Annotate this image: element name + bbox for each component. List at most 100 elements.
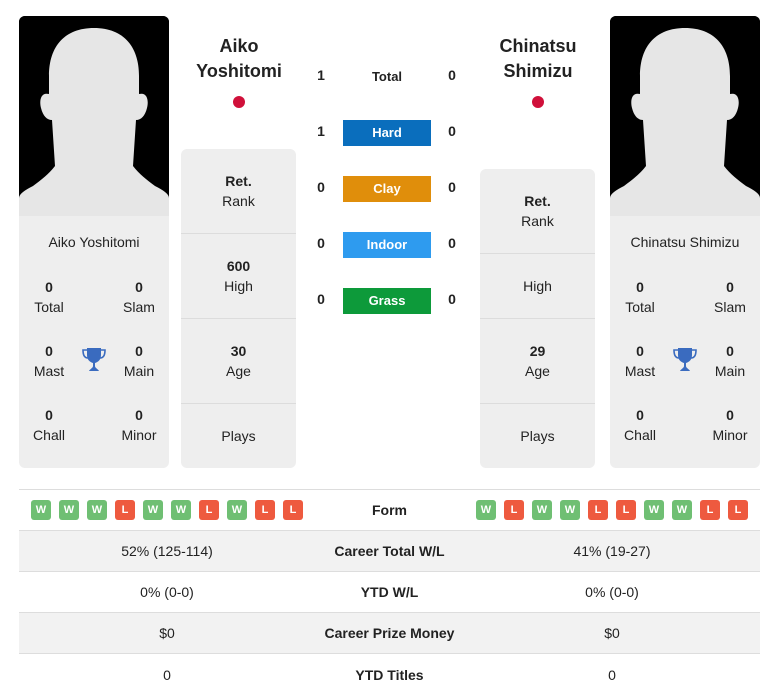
- form-win-badge[interactable]: W: [227, 500, 247, 520]
- form-win-badge[interactable]: W: [644, 500, 664, 520]
- titles-minor-value: 0: [726, 407, 734, 423]
- titles-mast-label: Mast: [624, 363, 656, 379]
- h2h-indoor-left: 0: [317, 235, 325, 251]
- form-loss-badge[interactable]: L: [115, 500, 135, 520]
- stat-plays: Plays: [480, 404, 595, 468]
- prize-money-label: Career Prize Money: [324, 625, 455, 641]
- form-win-badge[interactable]: W: [171, 500, 191, 520]
- titles-main: 0 Main: [109, 341, 169, 381]
- h2h-total-right: 0: [448, 67, 456, 83]
- titles-minor: 0 Minor: [700, 405, 760, 445]
- comparison-table: WWWLWWLWLL Form WLWWLLWWLL 52% (125-114)…: [19, 489, 760, 695]
- h2h-clay-left: 0: [317, 179, 325, 195]
- table-row: 52% (125-114) Career Total W/L 41% (19-2…: [19, 531, 760, 572]
- form-loss-badge[interactable]: L: [616, 500, 636, 520]
- form-right: WLWWLLWWLL: [464, 500, 760, 520]
- titles-minor-label: Minor: [712, 427, 748, 443]
- titles-total-label: Total: [34, 299, 64, 315]
- player-right-photo: [610, 16, 760, 216]
- titles-mast-value: 0: [45, 343, 53, 359]
- h2h-indoor-right: 0: [448, 235, 456, 251]
- ytd-wl-label: YTD W/L: [360, 584, 419, 600]
- form-win-badge[interactable]: W: [31, 500, 51, 520]
- ytd-titles-left: 0: [163, 666, 171, 683]
- form-loss-badge[interactable]: L: [255, 500, 275, 520]
- table-row: 0 YTD Titles 0: [19, 654, 760, 695]
- titles-minor: 0 Minor: [109, 405, 169, 445]
- player-left-name-link[interactable]: Aiko Yoshitomi: [164, 34, 314, 84]
- titles-chall-label: Chall: [33, 427, 65, 443]
- surface-clay-badge: Clay: [343, 176, 431, 202]
- form-win-badge[interactable]: W: [87, 500, 107, 520]
- prize-money-right: $0: [604, 625, 620, 641]
- ytd-wl-left: 0% (0-0): [140, 584, 194, 600]
- ytd-titles-right: 0: [608, 666, 616, 683]
- avatar-silhouette-icon: [610, 16, 760, 216]
- form-loss-badge[interactable]: L: [283, 500, 303, 520]
- h2h-clay-right: 0: [448, 179, 456, 195]
- form-loss-badge[interactable]: L: [199, 500, 219, 520]
- stat-plays-label: Plays: [221, 428, 256, 444]
- h2h-total-left: 1: [317, 67, 325, 83]
- career-wl-left: 52% (125-114): [121, 543, 213, 559]
- player-left-stats-panel: Ret. Rank 600 High 30 Age Plays: [181, 149, 296, 468]
- titles-slam-label: Slam: [123, 299, 155, 315]
- titles-main-value: 0: [135, 343, 143, 359]
- ytd-titles-label: YTD Titles: [355, 666, 424, 683]
- player-right-name-link[interactable]: Chinatsu Shimizu: [463, 34, 613, 84]
- titles-slam: 0 Slam: [109, 277, 169, 317]
- titles-minor-label: Minor: [121, 427, 157, 443]
- player-left-card-name: Aiko Yoshitomi: [48, 234, 140, 250]
- stat-rank: Ret. Rank: [181, 149, 296, 234]
- titles-main-label: Main: [123, 363, 155, 379]
- surface-hard-badge: Hard: [343, 120, 431, 146]
- stat-rank: Ret. Rank: [480, 169, 595, 254]
- player-right-first-name: Chinatsu: [499, 36, 577, 56]
- stat-age-value: 30: [230, 343, 247, 359]
- stat-rank-label: Rank: [521, 213, 554, 229]
- titles-slam-value: 0: [135, 279, 143, 295]
- titles-total-label: Total: [625, 299, 655, 315]
- titles-mast-label: Mast: [33, 363, 65, 379]
- form-row: WWWLWWLWLL Form WLWWLLWWLL: [19, 490, 760, 531]
- titles-chall: 0 Chall: [19, 405, 79, 445]
- stat-high-label: High: [523, 278, 552, 294]
- form-win-badge[interactable]: W: [143, 500, 163, 520]
- player-right-titles-card: Chinatsu Shimizu 0 Total 0 Slam 0 Mast 0…: [610, 216, 760, 468]
- h2h-hard-right: 0: [448, 123, 456, 139]
- form-loss-badge[interactable]: L: [588, 500, 608, 520]
- form-win-badge[interactable]: W: [59, 500, 79, 520]
- prize-money-left: $0: [159, 625, 175, 641]
- h2h-grass-right: 0: [448, 291, 456, 307]
- stat-age-label: Age: [226, 363, 251, 379]
- trophy-icon: [673, 348, 697, 371]
- table-row: 0% (0-0) YTD W/L 0% (0-0): [19, 572, 760, 613]
- stat-high-label: High: [224, 278, 253, 294]
- form-loss-badge[interactable]: L: [700, 500, 720, 520]
- form-loss-badge[interactable]: L: [728, 500, 748, 520]
- stat-high: High: [480, 254, 595, 319]
- titles-minor-value: 0: [135, 407, 143, 423]
- titles-chall-value: 0: [45, 407, 53, 423]
- titles-mast: 0 Mast: [610, 341, 670, 381]
- stat-rank-value: Ret.: [524, 193, 551, 209]
- japan-flag-icon: [532, 96, 544, 108]
- surface-grass-badge: Grass: [343, 288, 431, 314]
- form-win-badge[interactable]: W: [476, 500, 496, 520]
- japan-flag-icon: [233, 96, 245, 108]
- titles-main-value: 0: [726, 343, 734, 359]
- form-loss-badge[interactable]: L: [504, 500, 524, 520]
- form-label: Form: [372, 502, 407, 518]
- titles-chall-label: Chall: [624, 427, 656, 443]
- titles-slam-label: Slam: [714, 299, 746, 315]
- h2h-total-label: Total: [371, 69, 403, 84]
- titles-total: 0 Total: [19, 277, 79, 317]
- career-wl-label: Career Total W/L: [334, 543, 445, 559]
- player-left-titles-card: Aiko Yoshitomi 0 Total 0 Slam 0 Mast 0 M…: [19, 216, 169, 468]
- form-win-badge[interactable]: W: [560, 500, 580, 520]
- player-left-photo: [19, 16, 169, 216]
- stat-age: 29 Age: [480, 319, 595, 404]
- form-win-badge[interactable]: W: [672, 500, 692, 520]
- form-win-badge[interactable]: W: [532, 500, 552, 520]
- titles-chall-value: 0: [636, 407, 644, 423]
